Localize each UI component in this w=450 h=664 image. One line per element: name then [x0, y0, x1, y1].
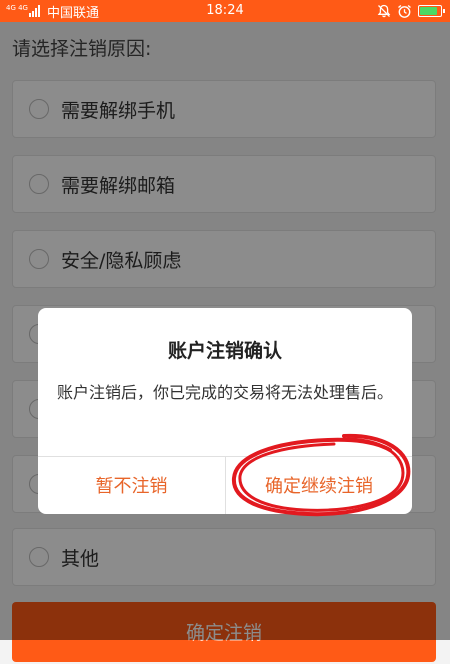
keep-account-button[interactable]: 暂不注销	[38, 456, 225, 514]
status-right	[377, 0, 445, 22]
continue-cancel-button[interactable]: 确定继续注销	[226, 456, 412, 514]
alarm-clock-icon	[398, 4, 411, 18]
status-bar: 4G 4G 中国联通 18:24	[0, 0, 450, 22]
dialog-message: 账户注销后，你已完成的交易将无法处理售后。	[56, 383, 393, 402]
mute-bell-icon	[377, 4, 391, 18]
confirm-dialog: 账户注销确认 账户注销后，你已完成的交易将无法处理售后。 暂不注销 确定继续注销	[38, 308, 412, 514]
battery-icon	[418, 5, 445, 17]
dialog-title: 账户注销确认	[167, 340, 282, 362]
battery-level	[420, 7, 437, 15]
